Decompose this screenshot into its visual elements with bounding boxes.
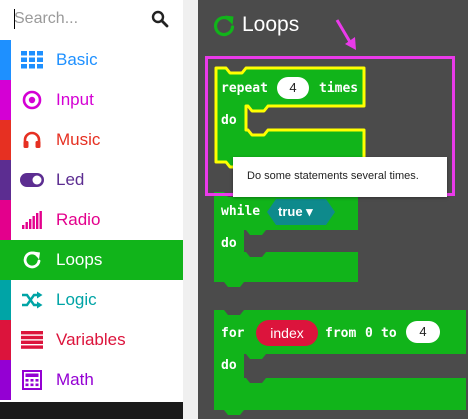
flyout-title: Loops [242, 13, 300, 36]
category-label: Led [56, 170, 85, 189]
toolbox: Basic Input Music [0, 0, 183, 419]
category-color-bar [0, 280, 11, 320]
index-variable[interactable]: index [256, 320, 318, 346]
search-bar [0, 0, 183, 38]
category-color-bar [0, 160, 11, 200]
workspace-edge [183, 0, 198, 419]
category-color-bar [0, 120, 11, 160]
category-color-bar [0, 80, 11, 120]
category-label: Input [56, 90, 94, 109]
pointer-arrow-icon [335, 19, 356, 50]
calculator-icon [20, 369, 44, 391]
category-label: Math [56, 370, 94, 389]
headphones-icon [20, 129, 44, 151]
category-color-bar [0, 240, 11, 280]
category-color-bar [0, 40, 11, 80]
to-keyword: to [381, 326, 397, 341]
category-color-bar [0, 200, 11, 240]
do-keyword: do [221, 358, 237, 373]
category-color-bar [0, 360, 11, 400]
category-variables[interactable]: Variables [0, 320, 183, 360]
category-radio[interactable]: Radio [0, 200, 183, 240]
from-value[interactable]: 0 [365, 326, 373, 341]
category-led[interactable]: Led [0, 160, 183, 200]
category-logic[interactable]: Logic [0, 280, 183, 320]
category-input[interactable]: Input [0, 80, 183, 120]
category-loops[interactable]: Loops [0, 240, 183, 280]
category-label: Music [56, 130, 101, 149]
grid-icon [20, 49, 44, 71]
search-input[interactable] [14, 8, 154, 30]
category-music[interactable]: Music [0, 120, 183, 160]
category-math[interactable]: Math [0, 360, 183, 400]
toolbox-scrollbar[interactable] [0, 402, 183, 419]
tooltip: Do some statements several times. [233, 157, 447, 197]
category-label: Logic [56, 290, 97, 309]
list-icon [20, 329, 44, 351]
signal-bars-icon [20, 209, 44, 231]
category-label: Variables [56, 330, 126, 349]
category-color-bar [0, 320, 11, 360]
condition-dropdown[interactable]: true ▾ [278, 204, 313, 220]
refresh-icon [213, 15, 235, 37]
toggle-icon [20, 169, 44, 191]
text-caret [14, 9, 15, 29]
target-icon [20, 89, 44, 111]
shuffle-icon [20, 289, 44, 311]
category-label: Basic [56, 50, 98, 69]
category-label: Radio [56, 210, 101, 229]
for-keyword: for [221, 326, 245, 341]
while-keyword: while [221, 204, 261, 219]
refresh-icon [20, 249, 44, 271]
from-keyword: from [325, 326, 357, 341]
category-basic[interactable]: Basic [0, 40, 183, 80]
to-value-input[interactable]: 4 [406, 321, 440, 343]
search-icon[interactable] [151, 10, 169, 28]
tooltip-text: Do some statements several times. [247, 170, 419, 182]
category-label: Loops [56, 250, 103, 269]
do-keyword: do [221, 236, 237, 251]
